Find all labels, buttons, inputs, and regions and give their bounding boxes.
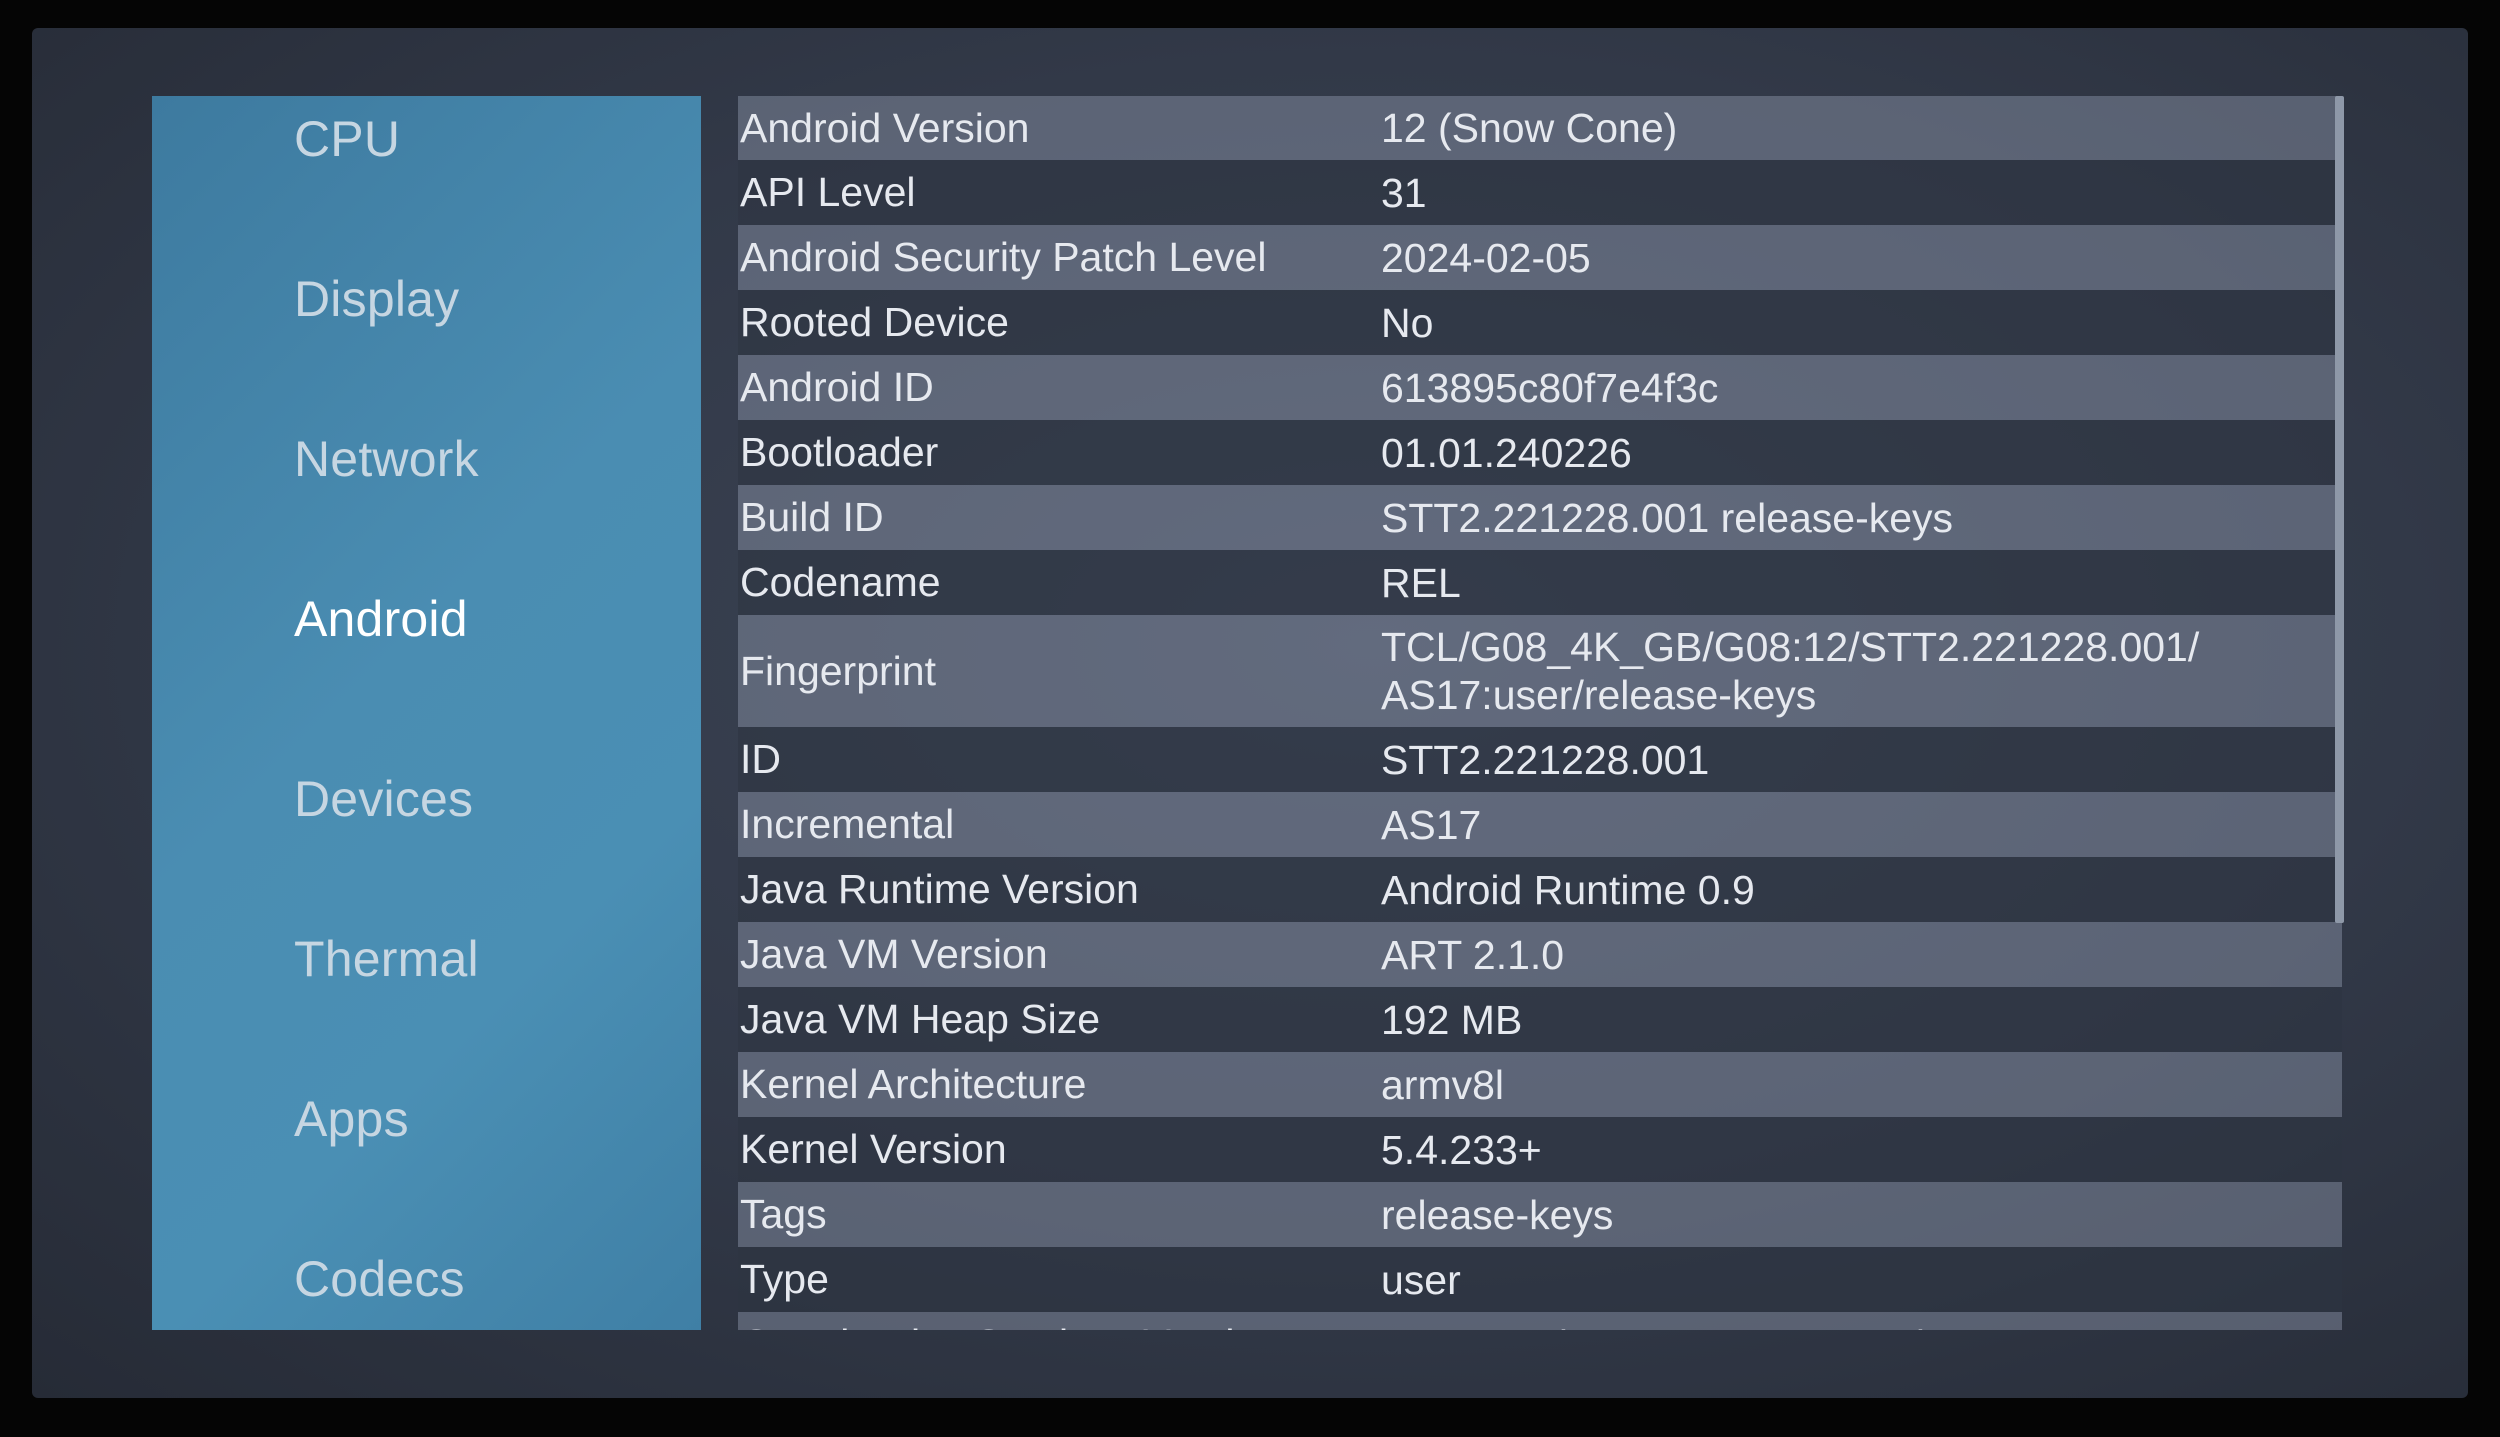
table-row: Kernel Version 5.4.233+: [738, 1117, 2342, 1182]
row-label: Codename: [740, 559, 941, 605]
row-value: REL: [1381, 559, 1461, 606]
table-row: Java VM Version ART 2.1.0: [738, 922, 2342, 987]
table-row: Fingerprint TCL/G08_4K_GB/G08:12/STT2.22…: [738, 615, 2342, 727]
android-info-table[interactable]: Android Version 12 (Snow Cone) API Level…: [738, 96, 2342, 1330]
row-label: Android ID: [740, 364, 934, 410]
row-value: 24.08.25 (190304-611507373): [1381, 1321, 1932, 1331]
row-label: Incremental: [740, 801, 955, 847]
row-value: AS17: [1381, 801, 1482, 848]
row-label: Kernel Architecture: [740, 1061, 1087, 1107]
row-value: 12 (Snow Cone): [1381, 105, 1678, 151]
table-row: Type user: [738, 1247, 2342, 1312]
row-value: ART 2.1.0: [1381, 931, 1565, 978]
row-label: Android Security Patch Level: [740, 234, 1267, 280]
row-value: STT2.221228.001 release-keys: [1381, 494, 1954, 541]
row-value: No: [1381, 299, 1434, 346]
row-label: Java Runtime Version: [740, 866, 1139, 912]
row-value: armv8l: [1381, 1061, 1505, 1108]
table-row: Google Play Services Version 24.08.25 (1…: [738, 1312, 2342, 1330]
row-value: TCL/G08_4K_GB/G08:12/STT2.221228.001/ AS…: [1381, 624, 2200, 718]
row-label: Tags: [740, 1191, 827, 1237]
row-label: Kernel Version: [740, 1126, 1007, 1172]
table-row: Rooted Device No: [738, 290, 2342, 355]
app-screen: CPU Display Network Android Devices Ther…: [32, 28, 2468, 1398]
table-row: Build ID STT2.221228.001 release-keys: [738, 485, 2342, 550]
row-value: 01.01.240226: [1381, 429, 1632, 476]
row-label: Bootloader: [740, 429, 939, 475]
table-scrollbar[interactable]: [2335, 96, 2344, 923]
row-value: user: [1381, 1256, 1461, 1303]
sidebar-item-cpu[interactable]: CPU: [294, 110, 400, 168]
sidebar-item-apps[interactable]: Apps: [294, 1090, 409, 1148]
row-label: Rooted Device: [740, 299, 1009, 345]
table-row: Kernel Architecture armv8l: [738, 1052, 2342, 1117]
sidebar-item-codecs[interactable]: Codecs: [294, 1250, 465, 1308]
sidebar-item-display[interactable]: Display: [294, 270, 459, 328]
table-row: Bootloader 01.01.240226: [738, 420, 2342, 485]
row-value: 5.4.233+: [1381, 1126, 1542, 1173]
row-value: Android Runtime 0.9: [1381, 866, 1755, 913]
row-value: 31: [1381, 169, 1427, 216]
sidebar-item-network[interactable]: Network: [294, 430, 479, 488]
table-row: Java Runtime Version Android Runtime 0.9: [738, 857, 2342, 922]
table-row: Java VM Heap Size 192 MB: [738, 987, 2342, 1052]
sidebar-item-android[interactable]: Android: [294, 590, 468, 648]
row-label: Google Play Services Version: [740, 1321, 1280, 1330]
table-row: Android ID 613895c80f7e4f3c: [738, 355, 2342, 420]
table-row: Codename REL: [738, 550, 2342, 615]
tv-bezel: CPU Display Network Android Devices Ther…: [0, 0, 2500, 1437]
table-row: Tags release-keys: [738, 1182, 2342, 1247]
row-label: Type: [740, 1256, 829, 1302]
row-value: 2024-02-05: [1381, 234, 1591, 281]
table-row: ID STT2.221228.001: [738, 727, 2342, 792]
row-label: API Level: [740, 169, 916, 215]
row-value: 613895c80f7e4f3c: [1381, 364, 1719, 411]
table-row: Android Security Patch Level 2024-02-05: [738, 225, 2342, 290]
table-row: API Level 31: [738, 160, 2342, 225]
row-label: Java VM Version: [740, 931, 1048, 977]
row-label: ID: [740, 736, 781, 782]
row-label: Build ID: [740, 494, 884, 540]
row-value: release-keys: [1381, 1191, 1614, 1238]
table-row: Android Version 12 (Snow Cone): [738, 96, 2342, 160]
row-value: 192 MB: [1381, 996, 1523, 1043]
row-label: Fingerprint: [740, 647, 936, 694]
sidebar-item-devices[interactable]: Devices: [294, 770, 473, 828]
row-label: Android Version: [740, 104, 1030, 151]
row-label: Java VM Heap Size: [740, 996, 1101, 1042]
row-value: STT2.221228.001: [1381, 736, 1710, 783]
sidebar-item-thermal[interactable]: Thermal: [294, 930, 479, 988]
table-row: Incremental AS17: [738, 792, 2342, 857]
category-sidebar: CPU Display Network Android Devices Ther…: [152, 96, 701, 1330]
